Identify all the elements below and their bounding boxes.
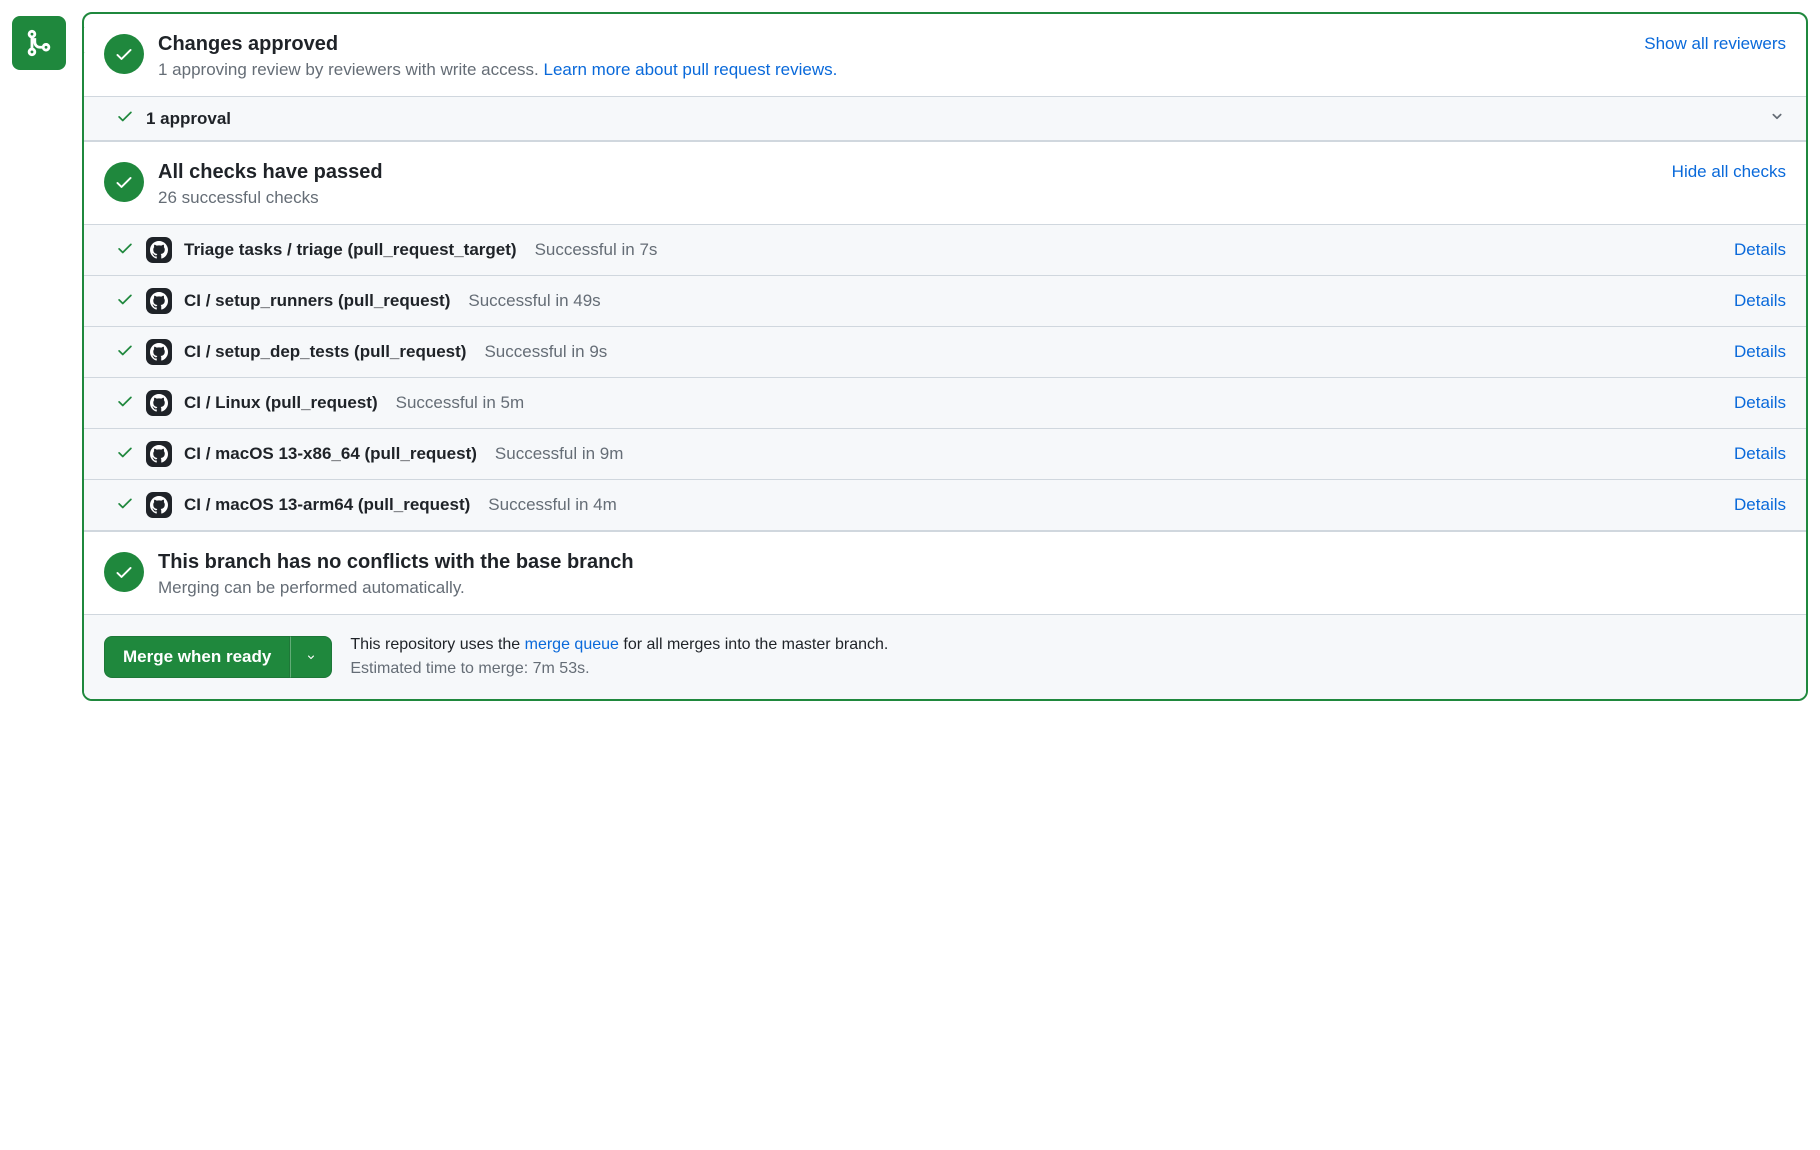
check-row: CI / macOS 13-arm64 (pull_request) Succes… (84, 480, 1806, 531)
merge-panel: Changes approved 1 approving review by r… (82, 12, 1808, 701)
merge-queue-link[interactable]: merge queue (525, 636, 619, 653)
check-icon (116, 239, 134, 262)
approval-count: 1 approval (146, 109, 231, 129)
github-actions-icon (146, 390, 172, 416)
check-row: CI / setup_runners (pull_request) Success… (84, 276, 1806, 327)
merge-when-ready-button[interactable]: Merge when ready (104, 636, 290, 678)
check-status: Successful in 49s (468, 291, 600, 311)
check-status: Successful in 9s (484, 342, 607, 362)
check-icon (116, 341, 134, 364)
check-status: Successful in 9m (495, 444, 624, 464)
conflicts-section: This branch has no conflicts with the ba… (84, 531, 1806, 614)
check-status: Successful in 4m (488, 495, 617, 515)
check-row: CI / Linux (pull_request) Successful in 5… (84, 378, 1806, 429)
github-actions-icon (146, 441, 172, 467)
check-circle-icon (104, 34, 144, 74)
hide-checks-link[interactable]: Hide all checks (1672, 158, 1786, 182)
merge-footer: Merge when ready This repository uses th… (84, 614, 1806, 699)
check-status: Successful in 7s (535, 240, 658, 260)
approval-expand-row[interactable]: 1 approval (84, 96, 1806, 141)
check-name: Triage tasks / triage (pull_request_targ… (184, 240, 517, 260)
check-name: CI / macOS 13-arm64 (pull_request) (184, 495, 470, 515)
conflicts-title: This branch has no conflicts with the ba… (158, 548, 1786, 576)
check-circle-icon (104, 162, 144, 202)
github-actions-icon (146, 492, 172, 518)
check-row: Triage tasks / triage (pull_request_targ… (84, 225, 1806, 276)
check-details-link[interactable]: Details (1734, 240, 1786, 260)
check-name: CI / setup_dep_tests (pull_request) (184, 342, 466, 362)
check-details-link[interactable]: Details (1734, 291, 1786, 311)
show-reviewers-link[interactable]: Show all reviewers (1644, 30, 1786, 54)
approved-title: Changes approved (158, 30, 1618, 58)
check-details-link[interactable]: Details (1734, 342, 1786, 362)
check-icon (116, 290, 134, 313)
check-name: CI / macOS 13-x86_64 (pull_request) (184, 444, 477, 464)
check-icon (116, 392, 134, 415)
check-row: CI / setup_dep_tests (pull_request) Succe… (84, 327, 1806, 378)
checks-section: All checks have passed 26 successful che… (84, 141, 1806, 224)
git-merge-icon (12, 16, 66, 70)
check-circle-icon (104, 552, 144, 592)
check-details-link[interactable]: Details (1734, 495, 1786, 515)
check-icon (116, 443, 134, 466)
check-name: CI / setup_runners (pull_request) (184, 291, 450, 311)
checks-list[interactable]: Triage tasks / triage (pull_request_targ… (84, 224, 1806, 531)
check-details-link[interactable]: Details (1734, 444, 1786, 464)
learn-more-link[interactable]: Learn more about pull request reviews. (543, 60, 837, 79)
merge-footer-text: This repository uses the merge queue for… (350, 633, 888, 681)
check-icon (116, 107, 134, 130)
merge-dropdown-button[interactable] (290, 636, 332, 678)
chevron-down-icon (1768, 107, 1786, 130)
checks-title: All checks have passed (158, 158, 1646, 186)
check-status: Successful in 5m (396, 393, 525, 413)
github-actions-icon (146, 339, 172, 365)
approved-subtitle: 1 approving review by reviewers with wri… (158, 60, 1618, 80)
github-actions-icon (146, 288, 172, 314)
check-details-link[interactable]: Details (1734, 393, 1786, 413)
check-row: CI / macOS 13-x86_64 (pull_request) Succe… (84, 429, 1806, 480)
check-icon (116, 494, 134, 517)
approved-section: Changes approved 1 approving review by r… (84, 14, 1806, 96)
checks-subtitle: 26 successful checks (158, 188, 1646, 208)
github-actions-icon (146, 237, 172, 263)
check-name: CI / Linux (pull_request) (184, 393, 378, 413)
merge-button-group: Merge when ready (104, 636, 332, 678)
conflicts-subtitle: Merging can be performed automatically. (158, 578, 1786, 598)
